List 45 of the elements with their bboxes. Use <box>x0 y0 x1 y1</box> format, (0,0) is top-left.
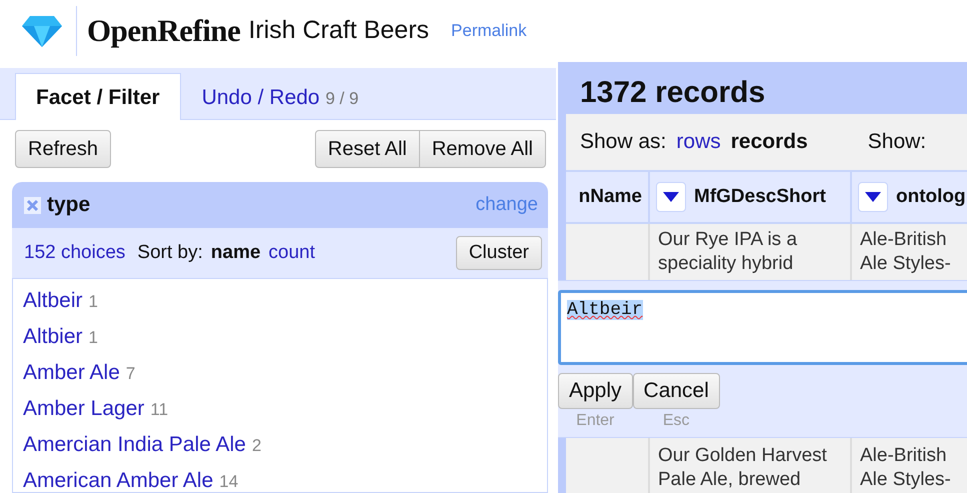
sort-option-link[interactable]: count <box>268 238 316 268</box>
cell-value-field[interactable]: Altbeir <box>558 290 967 365</box>
permalink-link[interactable]: Permalink <box>451 18 527 44</box>
sort-by-label: Sort by: <box>137 240 203 265</box>
cluster-button[interactable]: Cluster <box>456 236 542 270</box>
diamond-logo-icon <box>22 15 62 47</box>
table-cell-text: Ale-British Ale Styles- <box>860 228 952 276</box>
column-menu-button[interactable] <box>858 182 888 212</box>
record-count-heading: 1372 records <box>579 75 766 111</box>
sort-option-link[interactable]: name <box>210 238 261 268</box>
editor-action-button[interactable]: Apply <box>558 373 633 409</box>
shortcut-hint: Enter <box>576 411 614 431</box>
table-cell-text: Our Golden Harvest Pale Ale, brewed <box>658 444 828 492</box>
caret-icon <box>865 192 881 202</box>
table-cell-text: Ale-British Ale Styles- <box>860 444 952 492</box>
choice-count: 2 <box>252 436 262 455</box>
choice-count: 1 <box>88 292 98 311</box>
app-logo[interactable]: OpenRefine <box>87 8 240 54</box>
view-mode-link[interactable]: records <box>730 126 808 158</box>
show-as-label: Show as: <box>580 129 666 156</box>
table-cell-text: Our Rye IPA is a speciality hybrid <box>658 228 798 276</box>
column-menu-button[interactable] <box>656 182 686 212</box>
facet-choice-link[interactable]: Amber Ale <box>23 361 120 384</box>
choice-count: 1 <box>88 328 98 347</box>
show-label: Show: <box>868 129 926 156</box>
facet-choice-link[interactable]: Altbier <box>23 325 83 348</box>
refresh-button[interactable]: Refresh <box>15 130 112 168</box>
choice-count: 11 <box>150 400 168 419</box>
choice-count: 14 <box>219 472 238 491</box>
project-title: Irish Craft Beers <box>248 15 430 46</box>
facet-choice-link[interactable]: Altbeir <box>23 289 83 312</box>
facet-title: type <box>47 192 90 218</box>
caret-icon <box>663 192 679 202</box>
view-mode-link[interactable]: rows <box>676 126 721 158</box>
facet-choice-link[interactable]: Amber Lager <box>23 397 144 420</box>
facet-choice-link[interactable]: Amercian India Pale Ale <box>23 433 246 456</box>
editor-action-button[interactable]: Cancel <box>632 373 720 409</box>
panel-tab[interactable]: Undo / Redo 9 / 9 <box>180 73 380 119</box>
shortcut-hint: Esc <box>662 411 690 431</box>
choice-count: 7 <box>126 364 136 383</box>
remove-all-button[interactable]: Remove All <box>420 130 546 168</box>
choices-count-link[interactable]: 152 choices <box>24 238 126 268</box>
panel-tab[interactable]: Facet / Filter <box>15 73 181 120</box>
reset-all-button[interactable]: Reset All <box>314 130 420 168</box>
facet-choice-link[interactable]: American Amber Ale <box>23 469 214 492</box>
